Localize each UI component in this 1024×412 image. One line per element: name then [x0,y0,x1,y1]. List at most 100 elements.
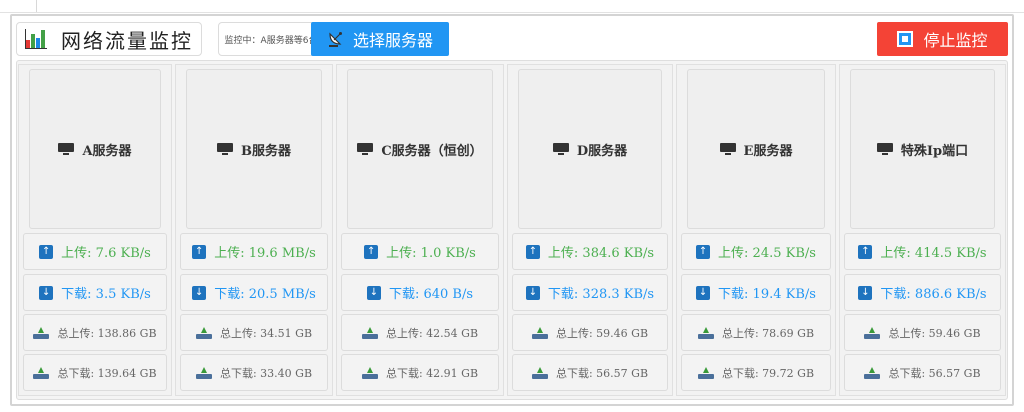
server-column: 特殊Ip端口 ↑ 上传: 414.5 KB/s ↓ 下载: 886.6 KB/s 总… [839,64,1006,396]
upload-rate: 上传: 384.6 KB/s [547,246,655,261]
monitor-icon [719,143,736,155]
arrow-up-icon: ↑ [192,244,207,259]
total-upload-row: 总上传: 59.46 GB [844,314,1001,351]
download-rate-row: ↓ 下载: 3.5 KB/s [23,274,167,311]
satellite-dish-icon [328,32,342,47]
total-download-row: 总下载: 56.57 GB [844,354,1001,391]
server-card[interactable]: D服务器 [518,69,662,229]
upload-tray-icon [361,326,378,339]
server-name: E服务器 [743,143,793,159]
download-rate: 下载: 886.6 KB/s [880,287,987,302]
monitor-icon [876,143,893,155]
upload-rate-row: ↑ 上传: 384.6 KB/s [512,233,668,270]
arrow-down-icon: ↓ [366,285,381,300]
arrow-down-icon: ↓ [192,285,207,300]
total-upload: 总上传: 78.69 GB [721,326,815,340]
total-download-row: 总下载: 56.57 GB [512,354,668,391]
server-card[interactable]: 特殊Ip端口 [850,69,995,229]
server-name: A服务器 [82,143,132,159]
server-card[interactable]: A服务器 [29,69,161,229]
stop-icon [897,31,914,47]
total-upload-row: 总上传: 59.46 GB [512,314,668,351]
server-card[interactable]: B服务器 [186,69,322,229]
upload-tray-icon [864,326,881,339]
total-download: 总下载: 42.91 GB [385,366,479,380]
server-column: B服务器 ↑ 上传: 19.6 MB/s ↓ 下载: 20.5 MB/s 总上传: … [175,64,333,396]
server-name: 特殊Ip端口 [900,143,969,159]
total-download: 总下载: 56.57 GB [555,366,649,380]
download-rate-row: ↓ 下载: 640 B/s [341,274,499,311]
server-name: B服务器 [241,143,291,159]
upload-rate: 上传: 1.0 KB/s [386,246,476,261]
download-tray-icon [361,366,378,379]
total-upload-row: 总上传: 34.51 GB [180,314,328,351]
download-tray-icon [33,366,50,379]
total-upload: 总上传: 42.54 GB [385,326,479,340]
page-title: 网络流量监控 [61,28,193,53]
total-upload-row: 总上传: 138.86 GB [23,314,167,351]
top-strip [0,0,1024,13]
arrow-up-icon: ↑ [858,244,873,259]
total-upload: 总上传: 59.46 GB [555,326,649,340]
download-rate: 下载: 328.3 KB/s [547,287,655,302]
total-upload: 总上传: 59.46 GB [888,326,981,340]
upload-rate: 上传: 7.6 KB/s [61,246,151,261]
upload-rate-row: ↑ 上传: 7.6 KB/s [23,233,167,270]
arrow-down-icon: ↓ [858,285,873,300]
monitoring-status: 监控中：A服务器等6台 [218,22,324,56]
download-rate: 下载: 20.5 MB/s [214,287,316,302]
monitor-icon [357,143,374,155]
server-column: E服务器 ↑ 上传: 24.5 KB/s ↓ 下载: 19.4 KB/s 总上传: … [676,64,836,396]
arrow-down-icon: ↓ [696,285,711,300]
upload-rate-row: ↑ 上传: 1.0 KB/s [341,233,499,270]
total-upload: 总上传: 138.86 GB [57,326,157,340]
total-download: 总下载: 56.57 GB [888,366,981,380]
server-column: D服务器 ↑ 上传: 384.6 KB/s ↓ 下载: 328.3 KB/s 总上传… [507,64,673,396]
total-download-row: 总下载: 33.40 GB [180,354,328,391]
total-upload: 总上传: 34.51 GB [219,326,313,340]
stop-monitoring-label: 停止监控 [923,31,988,50]
monitor-icon [58,143,75,155]
server-name: C服务器（恒创） [381,143,483,159]
total-download-row: 总下载: 79.72 GB [681,354,831,391]
upload-tray-icon [697,326,714,339]
download-rate-row: ↓ 下载: 19.4 KB/s [681,274,831,311]
arrow-up-icon: ↑ [696,244,711,259]
download-rate-row: ↓ 下载: 20.5 MB/s [180,274,328,311]
monitor-icon [552,143,569,155]
server-name: D服务器 [576,143,628,159]
total-download: 总下载: 139.64 GB [57,366,157,380]
header-bar: 网络流量监控 监控中：A服务器等6台 选择服务器 停止监控 [16,22,1008,56]
server-card[interactable]: C服务器（恒创） [347,69,493,229]
upload-rate: 上传: 414.5 KB/s [880,246,987,261]
title-box: 网络流量监控 [16,22,202,56]
server-column: A服务器 ↑ 上传: 7.6 KB/s ↓ 下载: 3.5 KB/s 总上传: 13… [18,64,172,396]
total-download-row: 总下载: 42.91 GB [341,354,499,391]
upload-tray-icon [531,326,548,339]
stop-monitoring-button[interactable]: 停止监控 [877,22,1008,56]
select-server-button[interactable]: 选择服务器 [311,22,449,56]
download-rate: 下载: 19.4 KB/s [718,287,816,302]
download-rate: 下载: 3.5 KB/s [61,287,151,302]
download-rate-row: ↓ 下载: 328.3 KB/s [512,274,668,311]
download-tray-icon [195,366,212,379]
total-upload-row: 总上传: 78.69 GB [681,314,831,351]
server-card[interactable]: E服务器 [687,69,825,229]
download-rate: 下载: 640 B/s [388,287,474,302]
arrow-up-icon: ↑ [364,244,379,259]
server-column: C服务器（恒创） ↑ 上传: 1.0 KB/s ↓ 下载: 640 B/s 总上传:… [336,64,504,396]
upload-rate: 上传: 19.6 MB/s [214,246,316,261]
download-tray-icon [864,366,881,379]
total-upload-row: 总上传: 42.54 GB [341,314,499,351]
upload-tray-icon [33,326,50,339]
total-download: 总下载: 33.40 GB [219,366,313,380]
arrow-down-icon: ↓ [39,285,54,300]
monitor-icon [217,143,233,155]
download-rate-row: ↓ 下载: 886.6 KB/s [844,274,1001,311]
select-server-label: 选择服务器 [352,31,433,50]
download-tray-icon [531,366,548,379]
download-tray-icon [697,366,714,379]
upload-tray-icon [195,326,212,339]
upload-rate: 上传: 24.5 KB/s [718,246,816,261]
total-download: 总下载: 79.72 GB [721,366,815,380]
